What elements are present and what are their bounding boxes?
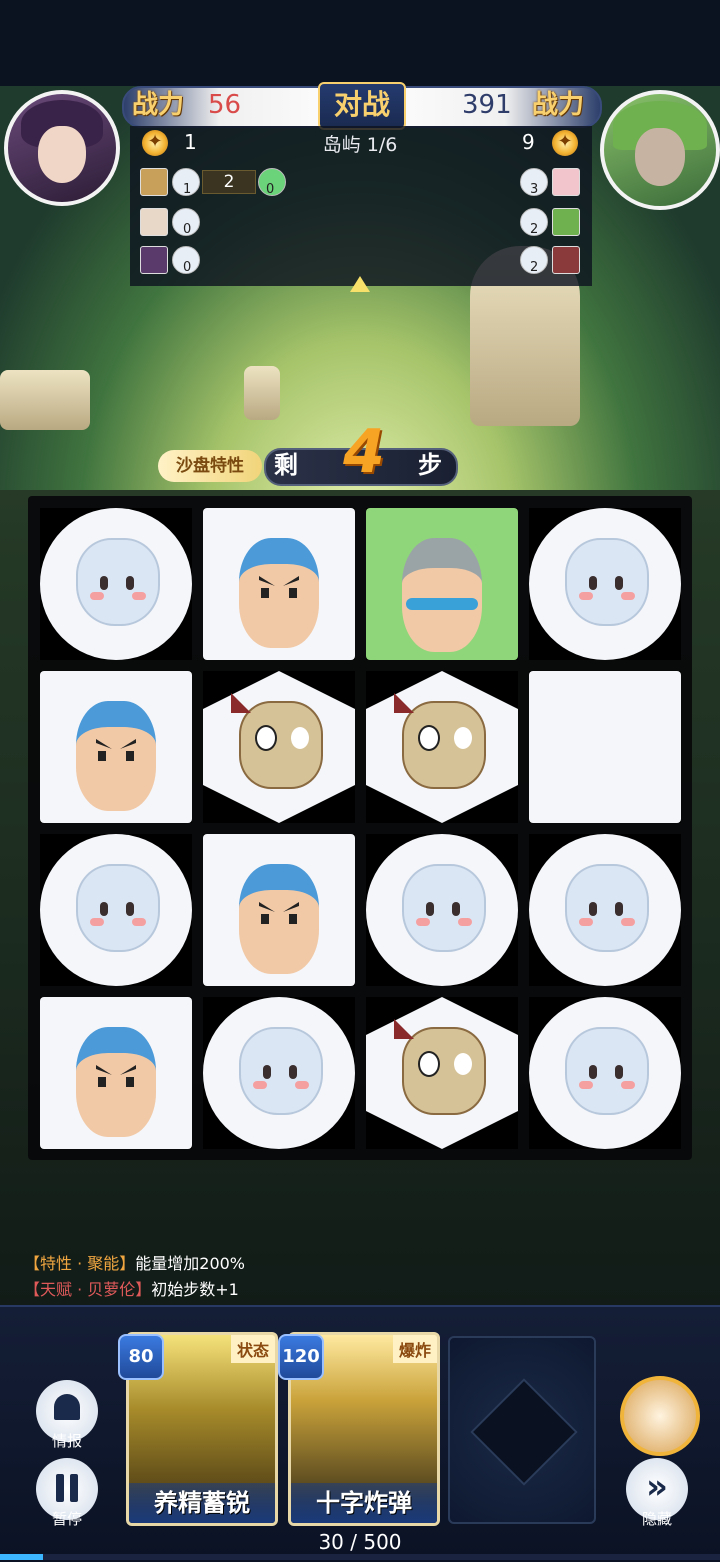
ghost-icon <box>239 1027 323 1115</box>
player-unit-avatar <box>140 246 168 274</box>
ghost-icon <box>565 1027 649 1115</box>
ghost-icon <box>402 864 486 952</box>
top-status-area <box>0 0 720 86</box>
log-line: 【天赋 · 贝萝伦】初始步数+1 <box>24 1276 239 1300</box>
player-star-icon <box>142 129 168 156</box>
unit-count: 0 <box>183 222 192 237</box>
board-cell[interactable] <box>529 671 681 823</box>
card-tag: 状态 <box>230 1335 275 1363</box>
board-cell[interactable] <box>203 997 355 1149</box>
player-unit-avatar <box>140 168 168 196</box>
player-power-label: 战力 <box>132 90 185 120</box>
soldier-icon <box>76 701 156 811</box>
dragon-icon <box>402 1027 486 1115</box>
alarm-icon <box>54 1394 80 1420</box>
energy-counter: 30 / 500 <box>318 1530 402 1554</box>
pause-label: 暂停 <box>51 1510 82 1528</box>
turn-indicator-icon <box>350 276 370 292</box>
hero-skill-button[interactable] <box>620 1376 700 1456</box>
steps-suffix: 步 <box>418 450 442 479</box>
unit-extra-count: 0 <box>266 182 275 197</box>
empty-card-slot[interactable] <box>448 1336 596 1524</box>
board-cell[interactable] <box>40 508 192 660</box>
unit-count: 1 <box>183 182 192 197</box>
soldier-icon <box>239 538 319 648</box>
opponent-unit-count: 2 <box>530 260 539 275</box>
player-power-value: 56 <box>208 90 242 120</box>
player-unit-avatar <box>140 208 168 236</box>
opponent-power-value: 391 <box>462 90 512 120</box>
board-cell[interactable] <box>529 834 681 986</box>
board-cell[interactable] <box>40 834 192 986</box>
energy-track <box>0 1554 720 1560</box>
log-text: 能量增加200% <box>135 1254 246 1273</box>
ghost-icon <box>76 864 160 952</box>
board-cell[interactable] <box>366 834 518 986</box>
steps-remaining: 4 <box>343 417 385 487</box>
opponent-unit-count: 2 <box>530 222 539 237</box>
opponent-unit-avatar <box>552 208 580 236</box>
log-tag: 【天赋 · 贝萝伦】 <box>24 1280 152 1299</box>
board-cell[interactable] <box>203 671 355 823</box>
card-name: 养精蓄锐 <box>129 1483 275 1523</box>
board-cell[interactable] <box>366 508 518 660</box>
unit-slot-count: 2 <box>202 170 256 194</box>
hide-label: 隐藏 <box>641 1510 672 1528</box>
soldier-icon <box>239 864 319 974</box>
helmet-icon <box>402 538 482 652</box>
pause-icon <box>56 1474 64 1502</box>
card-tag: 爆炸 <box>392 1335 437 1363</box>
log-tag: 【特性 · 聚能】 <box>24 1254 136 1273</box>
energy-fill <box>0 1554 43 1560</box>
stone-tablet-left <box>0 370 90 430</box>
opponent-score: 9 <box>522 130 535 154</box>
opponent-unit-count: 3 <box>530 182 539 197</box>
dragon-icon <box>402 701 486 789</box>
locked-slot-icon <box>470 1378 578 1486</box>
board-cell[interactable] <box>366 997 518 1149</box>
stone-marker <box>244 366 280 420</box>
info-label: 情报 <box>51 1432 82 1450</box>
opponent-power-label: 战力 <box>532 90 585 120</box>
board-cell[interactable] <box>529 508 681 660</box>
board-cell[interactable] <box>529 997 681 1149</box>
steps-prefix: 剩 <box>274 450 298 479</box>
vs-badge: 对战 <box>318 82 406 130</box>
dragon-icon <box>239 701 323 789</box>
opponent-star-icon <box>552 129 578 156</box>
log-text: 初始步数+1 <box>151 1280 239 1299</box>
game-board <box>28 496 692 1160</box>
opponent-avatar[interactable] <box>600 90 720 210</box>
board-cell[interactable] <box>40 997 192 1149</box>
board-cell[interactable] <box>40 671 192 823</box>
island-progress: 岛屿 1/6 <box>322 134 398 156</box>
soldier-icon <box>76 1027 156 1137</box>
card-cost: 80 <box>118 1334 164 1380</box>
player-score: 1 <box>184 130 197 154</box>
card-cost: 120 <box>278 1334 324 1380</box>
unit-count: 0 <box>183 260 192 275</box>
board-cell[interactable] <box>203 508 355 660</box>
opponent-unit-avatar <box>552 168 580 196</box>
tile-square <box>529 671 681 823</box>
sandbox-trait-button[interactable]: 沙盘特性 <box>158 450 262 482</box>
ghost-icon <box>76 538 160 626</box>
player-avatar[interactable] <box>4 90 120 206</box>
log-line: 【特性 · 聚能】能量增加200% <box>24 1250 245 1274</box>
card-name: 十字炸弹 <box>291 1483 437 1523</box>
ghost-icon <box>565 538 649 626</box>
board-cell[interactable] <box>203 834 355 986</box>
opponent-unit-avatar <box>552 246 580 274</box>
board-cell[interactable] <box>366 671 518 823</box>
ghost-icon <box>565 864 649 952</box>
